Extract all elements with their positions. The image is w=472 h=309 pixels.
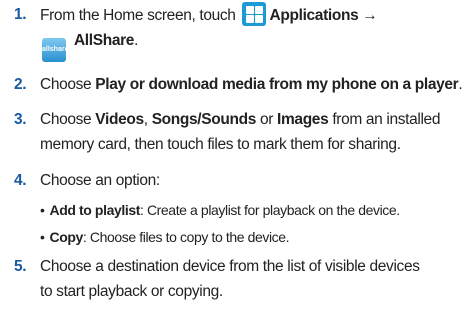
songs-sounds-label: Songs/Sounds [151, 111, 257, 128]
step-number: 5. [14, 258, 27, 275]
option-copy: • Copy: Choose files to copy to the devic… [40, 229, 290, 245]
step-text: Choose an option: [40, 172, 160, 189]
step-text: Choose a destination device from the lis… [40, 258, 420, 275]
bullet-icon: • [40, 202, 45, 218]
step-text: From the Home screen, touch [40, 7, 236, 24]
step-text: to start playback or copying. [40, 283, 223, 300]
step-1: 1. From the Home screen, touch Applicati… [14, 2, 468, 62]
allshare-icon: allshare [42, 38, 68, 62]
step-number: 4. [14, 172, 27, 189]
step-4: 4. Choose an option: [14, 168, 468, 193]
images-label: Images [277, 111, 329, 128]
videos-label: Videos [95, 111, 144, 128]
option-add-to-playlist: • Add to playlist: Create a playlist for … [40, 202, 400, 218]
step-text: Choose [40, 76, 92, 93]
step-3: 3. Choose Videos, Songs/Sounds or Images… [14, 107, 468, 157]
step-number: 1. [14, 6, 27, 23]
step-number: 2. [14, 76, 27, 93]
allshare-label: AllShare [73, 32, 135, 49]
applications-label: Applications → [269, 7, 378, 24]
step-option-label: Play or download media from my phone on … [95, 76, 459, 93]
step-2: 2. Choose Play or download media from my… [14, 72, 468, 97]
bullet-icon: • [40, 229, 45, 245]
step-number: 3. [14, 111, 27, 128]
step-5: 5. Choose a destination device from the … [14, 254, 468, 304]
applications-icon [241, 2, 266, 26]
step-text: memory card, then touch files to mark th… [40, 136, 401, 153]
